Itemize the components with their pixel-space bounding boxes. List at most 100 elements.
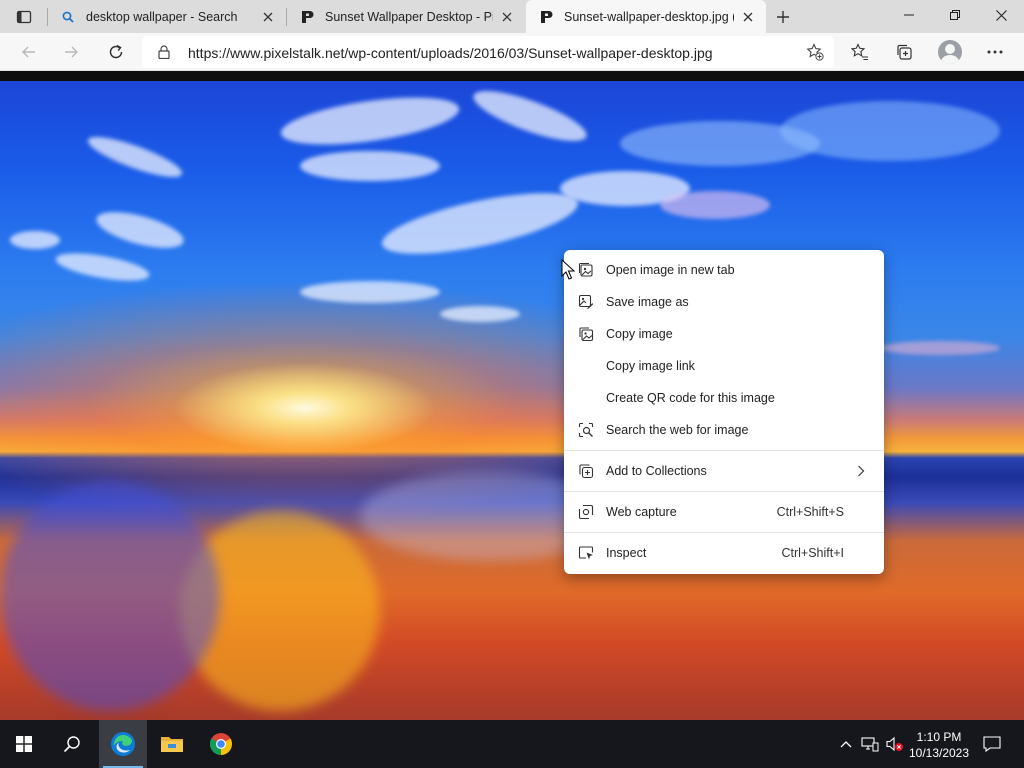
menu-item-inspect[interactable]: Inspect Ctrl+Shift+I <box>568 538 880 568</box>
menu-separator <box>564 491 884 492</box>
restore-icon <box>950 10 960 20</box>
save-image-icon <box>578 294 594 310</box>
refresh-icon <box>109 44 123 59</box>
menu-item-create-qr-code[interactable]: Create QR code for this image <box>568 383 880 413</box>
menu-item-copy-image[interactable]: Copy image <box>568 319 880 349</box>
cloud <box>660 191 770 219</box>
close-tab-icon[interactable] <box>738 7 758 27</box>
image-context-menu: Open image in new tab Save image as Copy… <box>564 250 884 574</box>
menu-item-label: Copy image <box>606 327 673 341</box>
windows-logo-icon <box>16 736 32 752</box>
cloud <box>300 151 440 181</box>
add-to-favorites-button[interactable] <box>802 40 828 64</box>
menu-item-add-to-collections[interactable]: Add to Collections <box>568 456 880 486</box>
notifications-icon <box>983 736 1001 752</box>
back-button[interactable] <box>14 37 44 67</box>
menu-item-search-web-for-image[interactable]: Search the web for image <box>568 415 880 445</box>
collections-icon <box>897 44 912 60</box>
tab-sunset-wallpaper-image[interactable]: Sunset-wallpaper-desktop.jpg (4 <box>526 0 766 33</box>
search-button[interactable] <box>48 720 96 768</box>
forward-arrow-icon <box>65 46 78 58</box>
new-tab-button[interactable] <box>770 4 796 30</box>
address-bar[interactable]: https://www.pixelstalk.net/wp-content/up… <box>142 36 834 68</box>
mouse-cursor-icon <box>561 259 575 280</box>
favorites-button[interactable] <box>845 37 875 67</box>
menu-item-web-capture[interactable]: Web capture Ctrl+Shift+S <box>568 497 880 527</box>
collections-icon <box>578 463 594 479</box>
menu-item-shortcut: Ctrl+Shift+I <box>781 546 844 560</box>
taskbar-chrome[interactable] <box>197 720 245 768</box>
collections-button[interactable] <box>889 37 919 67</box>
taskbar-file-explorer[interactable] <box>148 720 196 768</box>
navigation-toolbar: https://www.pixelstalk.net/wp-content/up… <box>0 33 1024 71</box>
chevron-up-icon <box>840 741 852 748</box>
plus-icon <box>777 11 789 23</box>
menu-item-save-image-as[interactable]: Save image as <box>568 287 880 317</box>
menu-item-label: Add to Collections <box>606 464 707 478</box>
menu-item-label: Save image as <box>606 295 689 309</box>
menu-item-label: Open image in new tab <box>606 263 735 277</box>
show-hidden-icons-button[interactable] <box>836 720 856 768</box>
minimize-icon <box>904 14 914 16</box>
url-text: https://www.pixelstalk.net/wp-content/up… <box>188 45 713 61</box>
tab-strip: desktop wallpaper - Search Sunset Wallpa… <box>0 0 1024 33</box>
close-tab-icon[interactable] <box>258 7 278 27</box>
inspect-icon <box>578 545 594 561</box>
menu-item-label: Search the web for image <box>606 423 749 437</box>
cloud <box>880 341 1000 355</box>
menu-separator <box>564 532 884 533</box>
chevron-right-icon <box>854 464 868 478</box>
tab-actions-icon <box>16 10 32 24</box>
cloud <box>440 306 520 322</box>
chrome-browser-icon <box>210 733 232 755</box>
visual-search-icon <box>578 422 594 438</box>
shore-shadow <box>0 481 220 711</box>
tab-title: Sunset Wallpaper Desktop - Pixe <box>325 9 493 24</box>
pixelstalk-favicon-icon <box>299 9 315 25</box>
start-button[interactable] <box>0 720 48 768</box>
cloud <box>84 129 186 185</box>
taskbar-edge[interactable] <box>99 720 147 768</box>
tab-title: Sunset-wallpaper-desktop.jpg (4 <box>564 9 734 24</box>
network-icon <box>861 737 879 752</box>
menu-item-label: Create QR code for this image <box>606 391 775 405</box>
refresh-button[interactable] <box>101 37 131 67</box>
clock-date: 10/13/2023 <box>908 746 970 760</box>
restore-button[interactable] <box>932 0 978 30</box>
tab-search[interactable]: desktop wallpaper - Search <box>48 0 286 33</box>
cloud <box>780 101 1000 161</box>
clock-time: 1:10 PM <box>916 730 962 744</box>
windows-taskbar: 1:10 PM 10/13/2023 <box>0 720 1024 768</box>
search-icon <box>60 9 76 25</box>
close-icon <box>995 9 1007 21</box>
tab-actions-button[interactable] <box>8 5 40 29</box>
taskbar-clock[interactable]: 1:10 PM 10/13/2023 <box>902 729 976 761</box>
action-center-button[interactable] <box>978 720 1006 768</box>
settings-and-more-button[interactable] <box>980 37 1010 67</box>
close-tab-icon[interactable] <box>497 7 517 27</box>
edge-browser-icon <box>111 732 135 756</box>
minimize-button[interactable] <box>886 0 932 30</box>
close-window-button[interactable] <box>978 0 1024 30</box>
profile-avatar[interactable] <box>938 40 962 64</box>
back-arrow-icon <box>22 46 35 58</box>
menu-item-shortcut: Ctrl+Shift+S <box>776 505 844 519</box>
pixelstalk-favicon-icon <box>538 9 554 25</box>
menu-item-label: Copy image link <box>606 359 695 373</box>
tab-sunset-wallpaper-page[interactable]: Sunset Wallpaper Desktop - Pixe <box>287 0 525 33</box>
network-status-button[interactable] <box>858 720 882 768</box>
menu-item-copy-image-link[interactable]: Copy image link <box>568 351 880 381</box>
cloud <box>10 231 60 249</box>
forward-button[interactable] <box>56 37 86 67</box>
menu-separator <box>564 450 884 451</box>
cloud <box>300 281 440 303</box>
cloud <box>53 247 152 287</box>
cloud <box>92 204 188 256</box>
cloud <box>377 180 583 267</box>
copy-image-icon <box>578 326 594 342</box>
favorites-star-list-icon <box>851 43 868 61</box>
more-dots-icon <box>987 50 1003 54</box>
menu-item-open-image-new-tab[interactable]: Open image in new tab <box>568 255 880 285</box>
star-add-icon <box>806 43 824 61</box>
lock-icon[interactable] <box>156 44 172 60</box>
